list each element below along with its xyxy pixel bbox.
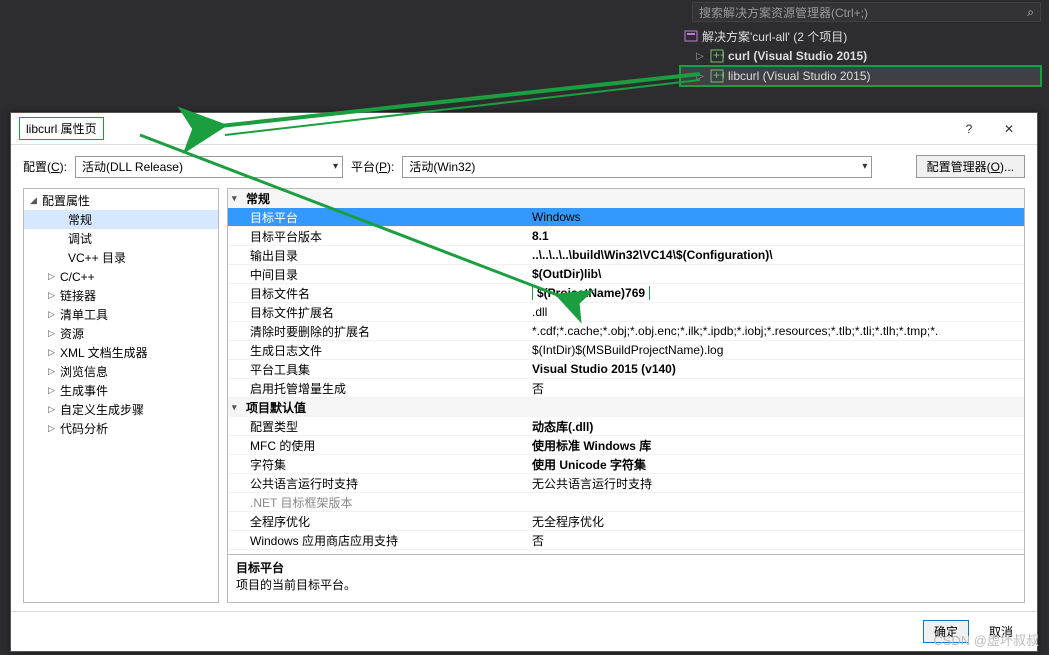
dialog-title: libcurl 属性页 — [19, 117, 104, 140]
caret-down-icon: ◢ — [30, 195, 40, 206]
project-libcurl-label: libcurl (Visual Studio 2015) — [728, 69, 871, 83]
config-combo[interactable]: 活动(DLL Release) — [75, 156, 343, 178]
prop-clr[interactable]: 公共语言运行时支持无公共语言运行时支持 — [228, 474, 1024, 493]
caret-right-icon: ▷ — [48, 309, 58, 320]
prop-whole-opt[interactable]: 全程序优化无全程序优化 — [228, 512, 1024, 531]
prop-clean-ext[interactable]: 清除时要删除的扩展名*.cdf;*.cache;*.obj;*.obj.enc;… — [228, 322, 1024, 341]
tree-root[interactable]: ◢ 配置属性 — [24, 191, 218, 210]
config-manager-button[interactable]: 配置管理器(O)... — [916, 155, 1025, 178]
platform-combo[interactable]: 活动(Win32) — [402, 156, 872, 178]
caret-right-icon: ▷ — [48, 271, 58, 282]
solution-explorer: 解决方案'curl-all' (2 个项目) ▷ ++ curl (Visual… — [680, 26, 1041, 86]
property-page-dialog: libcurl 属性页 ? ✕ 配置(C): 活动(DLL Release) 平… — [10, 112, 1038, 652]
help-button[interactable]: ? — [949, 115, 989, 143]
tree-item-codeanalysis[interactable]: ▷代码分析 — [24, 419, 218, 438]
project-curl-label: curl (Visual Studio 2015) — [728, 49, 867, 63]
caret-right-icon: ▷ — [48, 290, 58, 301]
expand-icon[interactable]: ▷ — [696, 51, 706, 62]
project-icon: ++ — [710, 49, 724, 63]
prop-config-type[interactable]: 配置类型动态库(.dll) — [228, 417, 1024, 436]
config-row: 配置(C): 活动(DLL Release) 平台(P): 活动(Win32) … — [11, 145, 1037, 188]
dialog-buttons: 确定 取消 — [11, 611, 1037, 651]
project-curl[interactable]: ▷ ++ curl (Visual Studio 2015) — [680, 46, 1041, 66]
caret-right-icon: ▷ — [48, 423, 58, 434]
prop-managed-incremental[interactable]: 启用托管增量生成否 — [228, 379, 1024, 398]
tree-item-manifest[interactable]: ▷清单工具 — [24, 305, 218, 324]
prop-target-ext[interactable]: 目标文件扩展名.dll — [228, 303, 1024, 322]
expand-icon[interactable]: ▷ — [696, 71, 706, 82]
caret-right-icon: ▷ — [48, 328, 58, 339]
category-tree[interactable]: ◢ 配置属性 常规 调试 VC++ 目录 ▷C/C++ ▷链接器 ▷清单工具 ▷… — [23, 188, 219, 603]
caret-down-icon: ▾ — [232, 402, 242, 413]
caret-right-icon: ▷ — [48, 385, 58, 396]
search-input[interactable]: 搜索解决方案资源管理器(Ctrl+;) ⌕ — [692, 2, 1041, 22]
svg-text:++: ++ — [713, 49, 724, 62]
prop-target-name[interactable]: 目标文件名$(ProjectName)769 — [228, 284, 1024, 303]
prop-mfc[interactable]: MFC 的使用使用标准 Windows 库 — [228, 436, 1024, 455]
solution-icon — [684, 29, 698, 43]
desc-title: 目标平台 — [236, 559, 1016, 576]
caret-right-icon: ▷ — [48, 366, 58, 377]
solution-root[interactable]: 解决方案'curl-all' (2 个项目) — [680, 26, 1041, 46]
project-libcurl[interactable]: ▷ ++ libcurl (Visual Studio 2015) — [680, 66, 1041, 86]
platform-label: 平台(P): — [351, 158, 394, 175]
prop-target-platform-version[interactable]: 目标平台版本8.1 — [228, 227, 1024, 246]
prop-target-platform[interactable]: 目标平台Windows — [228, 208, 1024, 227]
prop-dotnet-target[interactable]: .NET 目标框架版本 — [228, 493, 1024, 512]
prop-toolset[interactable]: 平台工具集Visual Studio 2015 (v140) — [228, 360, 1024, 379]
prop-charset[interactable]: 字符集使用 Unicode 字符集 — [228, 455, 1024, 474]
close-button[interactable]: ✕ — [989, 115, 1029, 143]
prop-output-dir[interactable]: 输出目录..\..\..\..\build\Win32\VC14\$(Confi… — [228, 246, 1024, 265]
prop-intermediate-dir[interactable]: 中间目录$(OutDir)lib\ — [228, 265, 1024, 284]
titlebar: libcurl 属性页 ? ✕ — [11, 113, 1037, 145]
tree-item-ccpp[interactable]: ▷C/C++ — [24, 267, 218, 286]
caret-down-icon: ▾ — [232, 193, 242, 204]
config-label: 配置(C): — [23, 158, 67, 175]
tree-item-general[interactable]: 常规 — [24, 210, 218, 229]
property-grid[interactable]: ▾常规 目标平台Windows 目标平台版本8.1 输出目录..\..\..\.… — [228, 189, 1024, 554]
cancel-button[interactable]: 取消 — [979, 620, 1023, 643]
solution-label: 解决方案'curl-all' (2 个项目) — [702, 28, 847, 45]
group-defaults[interactable]: ▾项目默认值 — [228, 398, 1024, 417]
svg-text:++: ++ — [713, 69, 724, 82]
tree-item-custombuild[interactable]: ▷自定义生成步骤 — [24, 400, 218, 419]
tree-item-browse[interactable]: ▷浏览信息 — [24, 362, 218, 381]
caret-right-icon: ▷ — [48, 347, 58, 358]
tree-item-linker[interactable]: ▷链接器 — [24, 286, 218, 305]
description-pane: 目标平台 项目的当前目标平台。 — [228, 554, 1024, 602]
group-general[interactable]: ▾常规 — [228, 189, 1024, 208]
search-placeholder: 搜索解决方案资源管理器(Ctrl+;) — [699, 4, 868, 21]
tree-item-buildevents[interactable]: ▷生成事件 — [24, 381, 218, 400]
tree-item-resources[interactable]: ▷资源 — [24, 324, 218, 343]
search-icon: ⌕ — [1027, 5, 1034, 20]
prop-build-log[interactable]: 生成日志文件$(IntDir)$(MSBuildProjectName).log — [228, 341, 1024, 360]
prop-winstore[interactable]: Windows 应用商店应用支持否 — [228, 531, 1024, 550]
project-icon: ++ — [710, 69, 724, 83]
tree-item-debug[interactable]: 调试 — [24, 229, 218, 248]
caret-right-icon: ▷ — [48, 404, 58, 415]
desc-body: 项目的当前目标平台。 — [236, 576, 1016, 593]
ok-button[interactable]: 确定 — [923, 620, 969, 643]
tree-item-xmldoc[interactable]: ▷XML 文档生成器 — [24, 343, 218, 362]
tree-item-vcdirs[interactable]: VC++ 目录 — [24, 248, 218, 267]
